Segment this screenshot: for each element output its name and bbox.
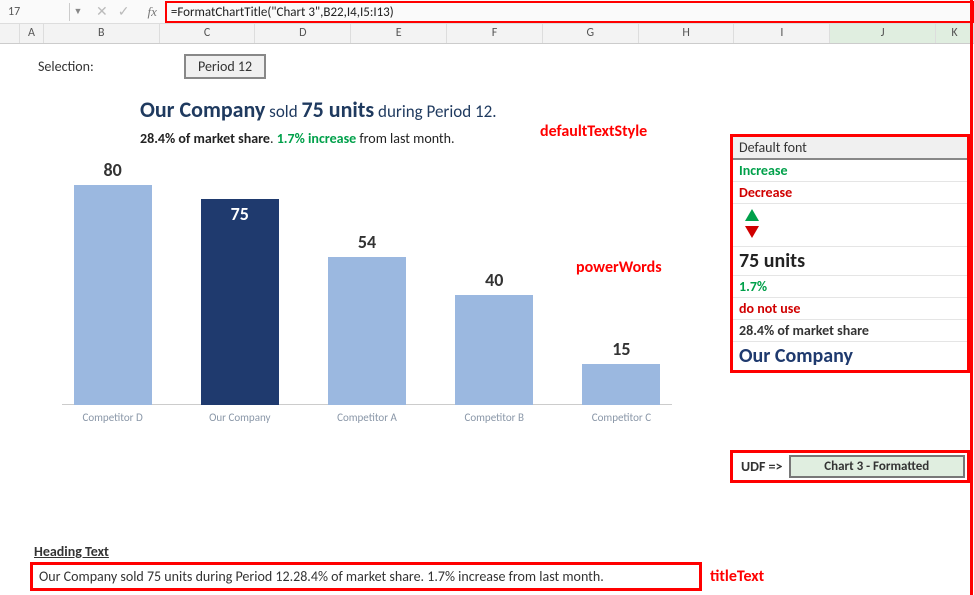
bar-column: 54 <box>316 231 417 406</box>
title-during: during Period 12. <box>374 101 496 122</box>
name-box-dropdown-icon[interactable]: ▼ <box>70 6 86 17</box>
side-pct: 1.7% <box>733 276 967 298</box>
title-share: 28.4% of market share <box>140 130 270 147</box>
formula-bar: 17 ▼ ✕ ✓ fx =FormatChartTitle("Chart 3",… <box>0 0 974 24</box>
title-increase: 1.7% increase <box>277 130 357 147</box>
bar <box>201 199 279 405</box>
bar-column: 40 <box>444 269 545 405</box>
col-header-k[interactable]: K <box>936 24 974 43</box>
selection-row: Selection: Period 12 <box>38 54 974 79</box>
cancel-icon[interactable]: ✕ <box>96 3 108 20</box>
col-header-f[interactable]: F <box>447 24 543 43</box>
x-axis-label: Competitor B <box>444 411 545 424</box>
bar <box>455 295 533 405</box>
bar <box>582 364 660 405</box>
side-increase: Increase <box>733 160 967 182</box>
col-header-a[interactable]: A <box>20 24 44 43</box>
bar-value-label: 40 <box>485 269 503 291</box>
col-header-j[interactable]: J <box>830 24 936 43</box>
side-share: 28.4% of market share <box>733 320 967 342</box>
side-company: Our Company <box>733 342 967 370</box>
bar-column: 80 <box>62 159 163 405</box>
col-header-c[interactable]: C <box>160 24 256 43</box>
x-axis-label: Our Company <box>189 411 290 424</box>
title-units: 75 units <box>301 96 374 123</box>
side-decrease: Decrease <box>733 182 967 204</box>
udf-row: UDF => Chart 3 - Formatted <box>730 450 970 483</box>
annotation-titletext: titleText <box>710 567 764 586</box>
bar-column: 75 <box>189 173 290 405</box>
bar-value-label: 75 <box>231 203 249 225</box>
bar-column: 15 <box>571 338 672 405</box>
title-sep: . <box>270 130 277 147</box>
col-header-g[interactable]: G <box>543 24 639 43</box>
name-box[interactable]: 17 <box>0 3 70 21</box>
fx-icon[interactable]: fx <box>139 4 164 20</box>
side-header: Default font <box>733 137 967 160</box>
col-header-i[interactable]: I <box>734 24 830 43</box>
x-axis-label: Competitor C <box>571 411 672 424</box>
triangle-up-icon <box>745 209 759 221</box>
title-sold: sold <box>265 101 301 122</box>
udf-label: UDF => <box>735 458 789 475</box>
powerwords-box: Default font Increase Decrease 75 units … <box>730 134 970 373</box>
column-headers: A B C D E F G H I J K <box>0 24 974 44</box>
side-triangles <box>733 204 967 247</box>
title-text-cell[interactable]: Our Company sold 75 units during Period … <box>30 562 702 591</box>
col-header-h[interactable]: H <box>639 24 735 43</box>
bar <box>74 185 152 405</box>
x-axis-label: Competitor A <box>316 411 417 424</box>
col-header-b[interactable]: B <box>44 24 160 43</box>
col-header-e[interactable]: E <box>351 24 447 43</box>
annotation-powerwords: powerWords <box>576 258 662 277</box>
bar-chart: 8075544015 Competitor DOur CompanyCompet… <box>62 175 672 445</box>
annotation-defaulttextstyle: defaultTextStyle <box>540 122 647 141</box>
accept-icon[interactable]: ✓ <box>118 3 130 20</box>
x-axis-label: Competitor D <box>62 411 163 424</box>
title-company: Our Company <box>140 96 265 123</box>
bar <box>328 257 406 406</box>
bar-value-label: 15 <box>612 338 630 360</box>
bar-value-label: 54 <box>358 231 376 253</box>
col-header-d[interactable]: D <box>255 24 351 43</box>
title-tail: from last month. <box>356 130 454 147</box>
side-units: 75 units <box>733 247 967 276</box>
heading-text-label: Heading Text <box>34 543 970 560</box>
selection-label: Selection: <box>38 58 184 75</box>
side-donot: do not use <box>733 298 967 320</box>
selection-cell[interactable]: Period 12 <box>184 54 266 79</box>
udf-result-cell[interactable]: Chart 3 - Formatted <box>789 455 965 478</box>
bottom-section: Heading Text Our Company sold 75 units d… <box>30 543 970 591</box>
bar-value-label: 80 <box>103 159 121 181</box>
formula-input[interactable]: =FormatChartTitle("Chart 3",B22,I4,I5:I1… <box>165 1 974 23</box>
triangle-down-icon <box>745 226 759 238</box>
